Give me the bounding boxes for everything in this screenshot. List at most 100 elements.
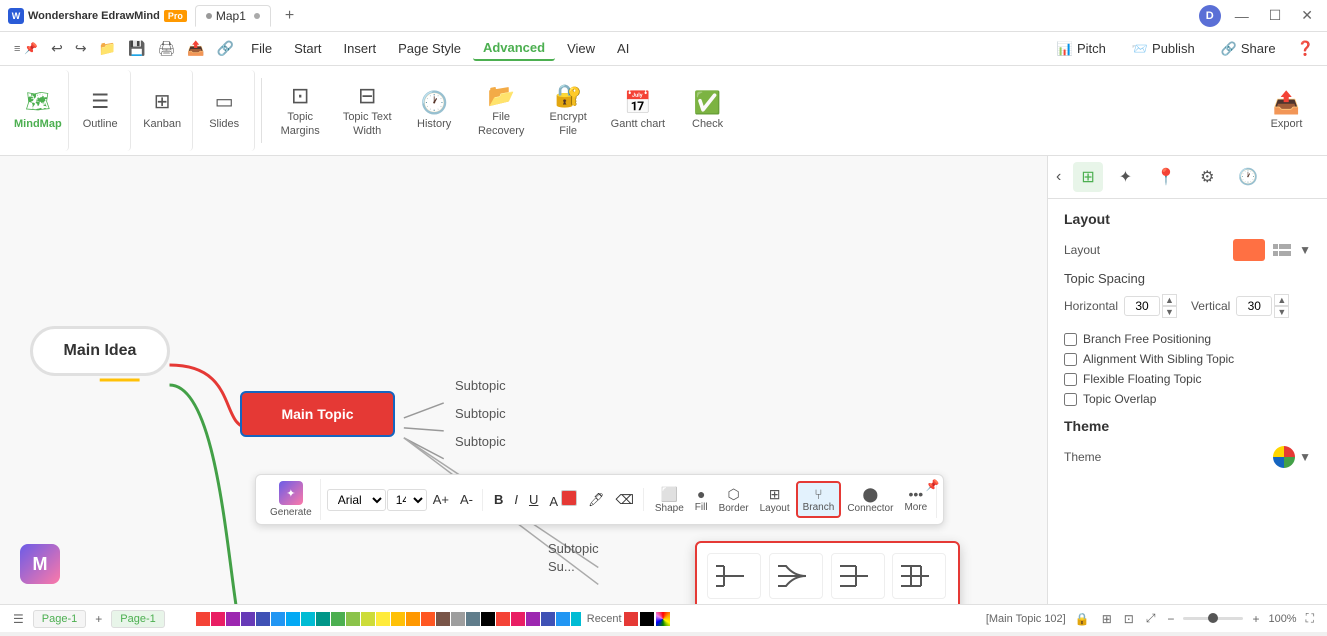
- horizontal-value[interactable]: [1124, 296, 1160, 316]
- publish-button[interactable]: 📨 Publish: [1122, 37, 1205, 61]
- panel-collapse-btn[interactable]: ‹: [1056, 168, 1061, 186]
- color-swatch[interactable]: [181, 612, 195, 626]
- color-swatch[interactable]: [331, 612, 345, 626]
- layout-grid-icon[interactable]: [1273, 244, 1291, 256]
- menu-file[interactable]: File: [241, 37, 282, 60]
- menu-view[interactable]: View: [557, 37, 605, 60]
- theme-arrow[interactable]: ▼: [1299, 450, 1311, 464]
- color-swatch[interactable]: [361, 612, 375, 626]
- recent-swatch-2[interactable]: [640, 612, 654, 626]
- font-increase-btn[interactable]: A+: [428, 490, 454, 509]
- outline-tool[interactable]: ☰ Outline: [71, 70, 131, 151]
- share-button[interactable]: 🔗 Share: [1211, 37, 1286, 61]
- color-swatch[interactable]: [406, 612, 420, 626]
- font-size-select[interactable]: 14: [387, 489, 427, 511]
- menu-start[interactable]: Start: [284, 37, 331, 60]
- color-swatch[interactable]: [511, 612, 525, 626]
- branch-tool[interactable]: ⑂ Branch: [796, 481, 842, 518]
- branch-item-2[interactable]: [769, 553, 823, 599]
- horizontal-down-btn[interactable]: ▼: [1162, 306, 1177, 318]
- color-swatch[interactable]: [271, 612, 285, 626]
- export-tool[interactable]: 📤 Export: [1254, 86, 1319, 135]
- branch-free-checkbox[interactable]: [1064, 333, 1077, 346]
- color-swatch[interactable]: [301, 612, 315, 626]
- color-swatch[interactable]: [376, 612, 390, 626]
- kanban-tool[interactable]: ⊞ Kanban: [133, 70, 193, 151]
- fullscreen-btn[interactable]: ⛶: [1303, 609, 1317, 628]
- color-swatch[interactable]: [346, 612, 360, 626]
- border-tool[interactable]: ⬡ Border: [714, 483, 754, 517]
- horizontal-up-btn[interactable]: ▲: [1162, 294, 1177, 306]
- color-swatch[interactable]: [481, 612, 495, 626]
- undo-button[interactable]: ↩: [46, 37, 68, 60]
- alignment-checkbox[interactable]: [1064, 353, 1077, 366]
- panel-layout-btn[interactable]: ⊞: [1073, 162, 1102, 192]
- check-tool[interactable]: ✅ Check: [675, 70, 740, 151]
- page-tab-2[interactable]: Page-1: [111, 610, 164, 628]
- connector-tool[interactable]: ⬤ Connector: [842, 483, 898, 517]
- color-swatch[interactable]: [466, 612, 480, 626]
- add-page-btn[interactable]: +: [92, 610, 105, 628]
- panel-clock-btn[interactable]: 🕐: [1230, 162, 1266, 192]
- eraser-button[interactable]: ⌫: [610, 490, 638, 510]
- topic-text-width-tool[interactable]: ⊟ Topic TextWidth: [335, 70, 400, 151]
- bold-button[interactable]: B: [489, 490, 508, 509]
- flexible-checkbox[interactable]: [1064, 373, 1077, 386]
- menu-page-style[interactable]: Page Style: [388, 37, 471, 60]
- branch-item-1[interactable]: [707, 553, 761, 599]
- color-swatch[interactable]: [451, 612, 465, 626]
- file-recovery-tool[interactable]: 📂 FileRecovery: [469, 70, 534, 151]
- add-tab-button[interactable]: +: [279, 7, 300, 25]
- subtopic-3[interactable]: Subtopic: [455, 434, 506, 449]
- font-select[interactable]: Arial: [327, 489, 386, 511]
- map-tab[interactable]: Map1: [195, 5, 271, 27]
- help-button[interactable]: ❓: [1292, 37, 1319, 60]
- panel-sparkle-btn[interactable]: ✦: [1111, 162, 1140, 192]
- recent-color-wheel[interactable]: [656, 612, 670, 626]
- underline-button[interactable]: U: [524, 490, 543, 509]
- layout-preview[interactable]: [1233, 239, 1265, 261]
- color-swatch[interactable]: [421, 612, 435, 626]
- color-swatch[interactable]: [256, 612, 270, 626]
- save-button[interactable]: 💾: [123, 37, 150, 60]
- branch-item-4[interactable]: [892, 553, 946, 599]
- status-list-btn[interactable]: ☰: [10, 610, 27, 628]
- gantt-chart-tool[interactable]: 📅 Gantt chart: [603, 70, 673, 151]
- redo-button[interactable]: ↪: [70, 37, 92, 60]
- color-swatch[interactable]: [496, 612, 510, 626]
- pitch-button[interactable]: 📊 Pitch: [1047, 37, 1116, 61]
- menu-collapse-btn[interactable]: ≡ 📌: [8, 38, 44, 59]
- subtopic-2[interactable]: Subtopic: [455, 406, 506, 421]
- color-swatch[interactable]: [391, 612, 405, 626]
- theme-color-circle[interactable]: [1273, 446, 1295, 468]
- zoom-out-btn[interactable]: −: [1164, 610, 1177, 628]
- font-color-button[interactable]: A: [544, 488, 582, 511]
- color-swatch[interactable]: [226, 612, 240, 626]
- layout-arrow[interactable]: ▼: [1299, 243, 1311, 257]
- main-idea-node[interactable]: Main Idea: [30, 326, 170, 376]
- user-avatar[interactable]: D: [1199, 5, 1221, 27]
- italic-button[interactable]: I: [509, 490, 523, 509]
- highlight-button[interactable]: 🖊: [583, 490, 610, 510]
- shape-tool[interactable]: ⬜ Shape: [650, 483, 689, 517]
- slides-tool[interactable]: ▭ Slides: [195, 70, 255, 151]
- subtopic-1[interactable]: Subtopic: [455, 378, 506, 393]
- grid-icon-btn[interactable]: ⊞: [1099, 610, 1115, 628]
- encrypt-file-tool[interactable]: 🔐 EncryptFile: [536, 70, 601, 151]
- zoom-in-btn[interactable]: +: [1249, 610, 1262, 628]
- snap-icon-btn[interactable]: ⊡: [1121, 610, 1137, 628]
- share2-button[interactable]: 🔗: [212, 37, 239, 60]
- layout-tool[interactable]: ⊞ Layout: [755, 483, 795, 517]
- color-swatch[interactable]: [316, 612, 330, 626]
- color-swatch[interactable]: [286, 612, 300, 626]
- vertical-down-btn[interactable]: ▼: [1274, 306, 1289, 318]
- maximize-button[interactable]: ☐: [1263, 5, 1288, 26]
- generate-tool[interactable]: ✦ Generate: [262, 479, 321, 520]
- color-swatch[interactable]: [556, 612, 570, 626]
- color-swatch[interactable]: [436, 612, 450, 626]
- pin-icon[interactable]: 📌: [926, 479, 940, 492]
- main-topic-top[interactable]: Main Topic: [240, 391, 395, 437]
- panel-gear-btn[interactable]: ⚙: [1192, 162, 1222, 192]
- branch-item-3[interactable]: [831, 553, 885, 599]
- print-button[interactable]: 🖨: [152, 37, 180, 60]
